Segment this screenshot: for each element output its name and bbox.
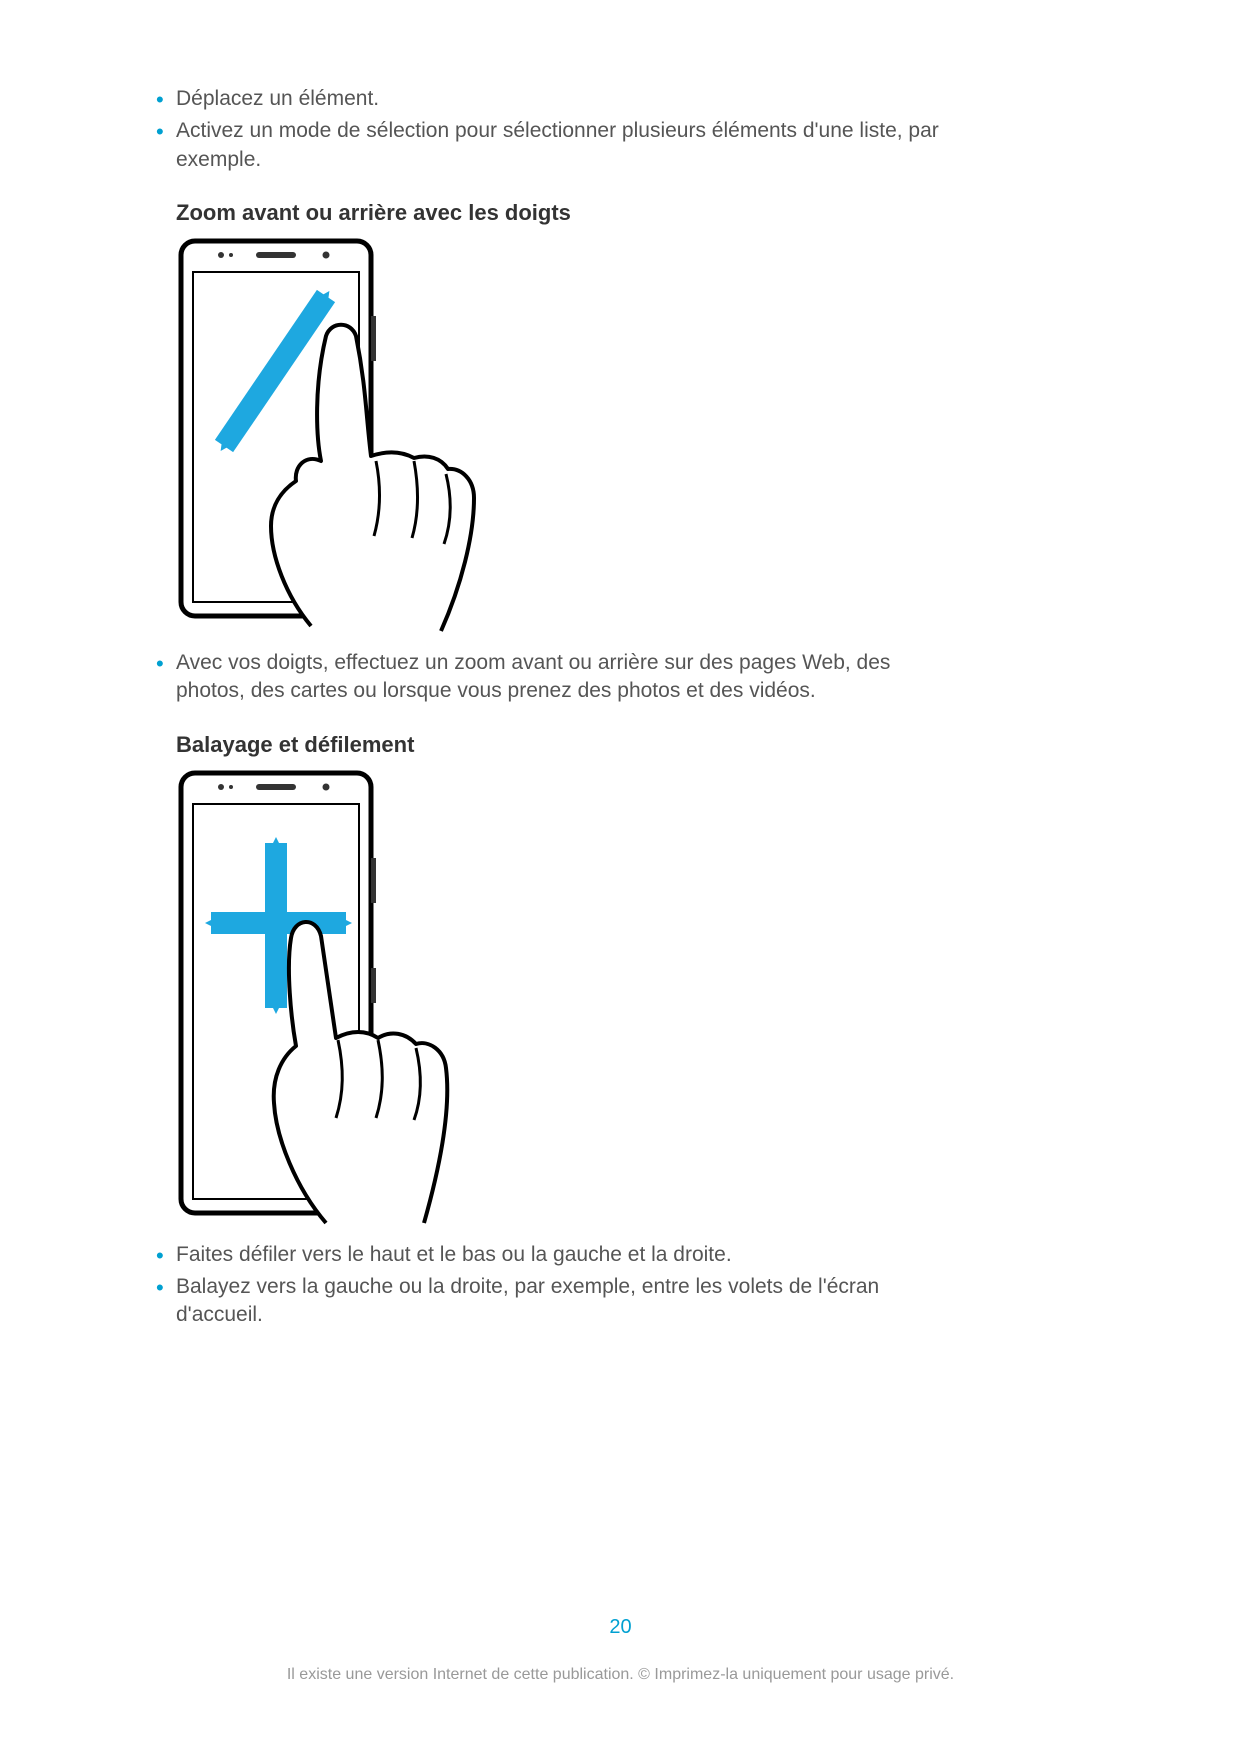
main-content: Déplacez un élément. Activez un mode de …: [150, 85, 950, 1352]
footer-text: Il existe une version Internet de cette …: [0, 1666, 1241, 1684]
list-item: Déplacez un élément.: [150, 85, 950, 113]
list-item: Balayez vers la gauche ou la droite, par…: [150, 1273, 950, 1330]
top-bullet-list: Déplacez un élément. Activez un mode de …: [150, 85, 950, 174]
page-number: 20: [0, 1616, 1241, 1639]
section-heading-swipe: Balayage et défilement: [176, 732, 950, 758]
list-item: Avec vos doigts, effectuez un zoom avant…: [150, 649, 950, 706]
section-heading-zoom: Zoom avant ou arrière avec les doigts: [176, 200, 950, 226]
swipe-scroll-illustration: [176, 768, 950, 1233]
page-container: Déplacez un élément. Activez un mode de …: [0, 0, 1241, 1754]
swipe-bullet-list: Faites défiler vers le haut et le bas ou…: [150, 1241, 950, 1330]
zoom-bullet-list: Avec vos doigts, effectuez un zoom avant…: [150, 649, 950, 706]
pinch-zoom-illustration: [176, 236, 950, 641]
list-item: Faites défiler vers le haut et le bas ou…: [150, 1241, 950, 1269]
list-item: Activez un mode de sélection pour sélect…: [150, 117, 950, 174]
